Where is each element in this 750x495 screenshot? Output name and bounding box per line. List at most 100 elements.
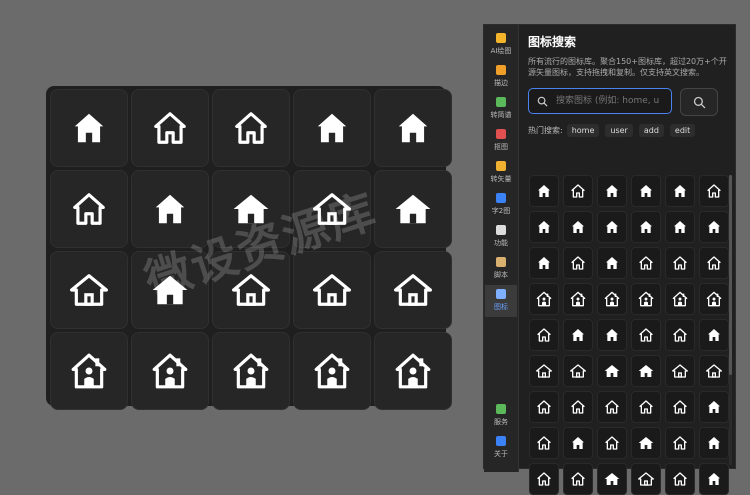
result-icon-cell[interactable]: [665, 391, 695, 423]
scrollbar-thumb[interactable]: [729, 175, 732, 375]
result-icon-cell[interactable]: [563, 391, 593, 423]
result-icon-cell[interactable]: [699, 427, 729, 459]
result-icon-cell[interactable]: [597, 319, 627, 351]
tool-gear[interactable]: 功能: [485, 221, 517, 253]
result-icon-cell[interactable]: [597, 391, 627, 423]
result-icon-cell[interactable]: [699, 463, 729, 495]
house-roof-outline-icon: [706, 364, 722, 378]
result-icon-cell[interactable]: [665, 283, 695, 315]
result-icon-cell[interactable]: [631, 211, 661, 243]
result-icon-cell[interactable]: [665, 247, 695, 279]
result-icon-cell[interactable]: [631, 391, 661, 423]
result-icon-cell[interactable]: [563, 175, 593, 207]
tool-scroll[interactable]: 脚本: [485, 253, 517, 285]
result-icon-cell[interactable]: [665, 355, 695, 387]
tool-label: 字2图: [491, 207, 511, 215]
result-icon-cell[interactable]: [597, 283, 627, 315]
result-icon-cell[interactable]: [631, 283, 661, 315]
search-button[interactable]: [680, 88, 718, 116]
result-icon-cell[interactable]: [597, 427, 627, 459]
preview-cell[interactable]: [50, 251, 128, 329]
tool-magnifier[interactable]: 图标: [485, 285, 517, 317]
tool-scissors[interactable]: 抠图: [485, 125, 517, 157]
result-icon-cell[interactable]: [563, 211, 593, 243]
result-icon-cell[interactable]: [699, 355, 729, 387]
result-icon-cell[interactable]: [529, 175, 559, 207]
result-icon-cell[interactable]: [699, 319, 729, 351]
results-scrollbar[interactable]: [729, 175, 732, 465]
result-icon-cell[interactable]: [699, 211, 729, 243]
preview-cell[interactable]: [131, 89, 209, 167]
preview-cell[interactable]: [131, 332, 209, 410]
result-icon-cell[interactable]: [597, 211, 627, 243]
house-person-icon: [638, 291, 654, 307]
preview-cell[interactable]: [293, 332, 371, 410]
panel-title: 图标搜索: [528, 35, 577, 49]
result-icon-cell[interactable]: [597, 355, 627, 387]
result-icon-cell[interactable]: [529, 319, 559, 351]
result-icon-cell[interactable]: [699, 247, 729, 279]
result-icon-cell[interactable]: [529, 247, 559, 279]
result-icon-cell[interactable]: [563, 463, 593, 495]
preview-cell[interactable]: [374, 332, 452, 410]
result-icon-cell[interactable]: [665, 319, 695, 351]
preview-cell[interactable]: [50, 170, 128, 248]
preview-cell[interactable]: [374, 89, 452, 167]
result-icon-cell[interactable]: [665, 175, 695, 207]
house-outline-icon: [73, 193, 105, 225]
result-icon-cell[interactable]: [665, 211, 695, 243]
preview-cell[interactable]: [293, 170, 371, 248]
preview-cell[interactable]: [50, 89, 128, 167]
result-icon-cell[interactable]: [631, 175, 661, 207]
tool-monitor[interactable]: 服务: [485, 400, 517, 432]
result-icon-cell[interactable]: [631, 319, 661, 351]
tool-ruler[interactable]: 转矢量: [485, 157, 517, 189]
tool-text-image[interactable]: 字2图: [485, 189, 517, 221]
result-icon-cell[interactable]: [563, 427, 593, 459]
preview-cell[interactable]: [131, 170, 209, 248]
preview-cell[interactable]: [212, 89, 290, 167]
result-icon-cell[interactable]: [563, 247, 593, 279]
hot-tag-home[interactable]: home: [566, 124, 600, 137]
result-icon-cell[interactable]: [563, 319, 593, 351]
preview-cell[interactable]: [293, 89, 371, 167]
result-icon-cell[interactable]: [563, 355, 593, 387]
preview-cell[interactable]: [212, 170, 290, 248]
search-box[interactable]: [528, 88, 672, 114]
preview-cell[interactable]: [212, 251, 290, 329]
preview-cell[interactable]: [212, 332, 290, 410]
preview-cell[interactable]: [374, 251, 452, 329]
hot-tag-user[interactable]: user: [605, 124, 633, 137]
result-icon-cell[interactable]: [699, 283, 729, 315]
house-person-icon: [314, 353, 350, 389]
tool-palette[interactable]: AI绘图: [485, 29, 517, 61]
result-icon-cell[interactable]: [699, 391, 729, 423]
search-input[interactable]: [554, 95, 666, 107]
result-icon-cell[interactable]: [631, 355, 661, 387]
hot-tag-edit[interactable]: edit: [669, 124, 696, 137]
result-icon-cell[interactable]: [529, 391, 559, 423]
hot-tag-add[interactable]: add: [638, 124, 664, 137]
result-icon-cell[interactable]: [631, 427, 661, 459]
result-icon-cell[interactable]: [529, 283, 559, 315]
result-icon-cell[interactable]: [631, 247, 661, 279]
result-icon-cell[interactable]: [665, 427, 695, 459]
preview-cell[interactable]: [50, 332, 128, 410]
result-icon-cell[interactable]: [529, 211, 559, 243]
result-icon-cell[interactable]: [529, 427, 559, 459]
result-icon-cell[interactable]: [563, 283, 593, 315]
tool-image[interactable]: 转简谱: [485, 93, 517, 125]
preview-cell[interactable]: [293, 251, 371, 329]
result-icon-cell[interactable]: [631, 463, 661, 495]
preview-cell[interactable]: [374, 170, 452, 248]
tool-info[interactable]: 关于: [485, 432, 517, 464]
result-icon-cell[interactable]: [597, 175, 627, 207]
result-icon-cell[interactable]: [529, 355, 559, 387]
result-icon-cell[interactable]: [665, 463, 695, 495]
result-icon-cell[interactable]: [597, 463, 627, 495]
preview-cell[interactable]: [131, 251, 209, 329]
tool-pencil[interactable]: 描边: [485, 61, 517, 93]
result-icon-cell[interactable]: [597, 247, 627, 279]
result-icon-cell[interactable]: [699, 175, 729, 207]
result-icon-cell[interactable]: [529, 463, 559, 495]
